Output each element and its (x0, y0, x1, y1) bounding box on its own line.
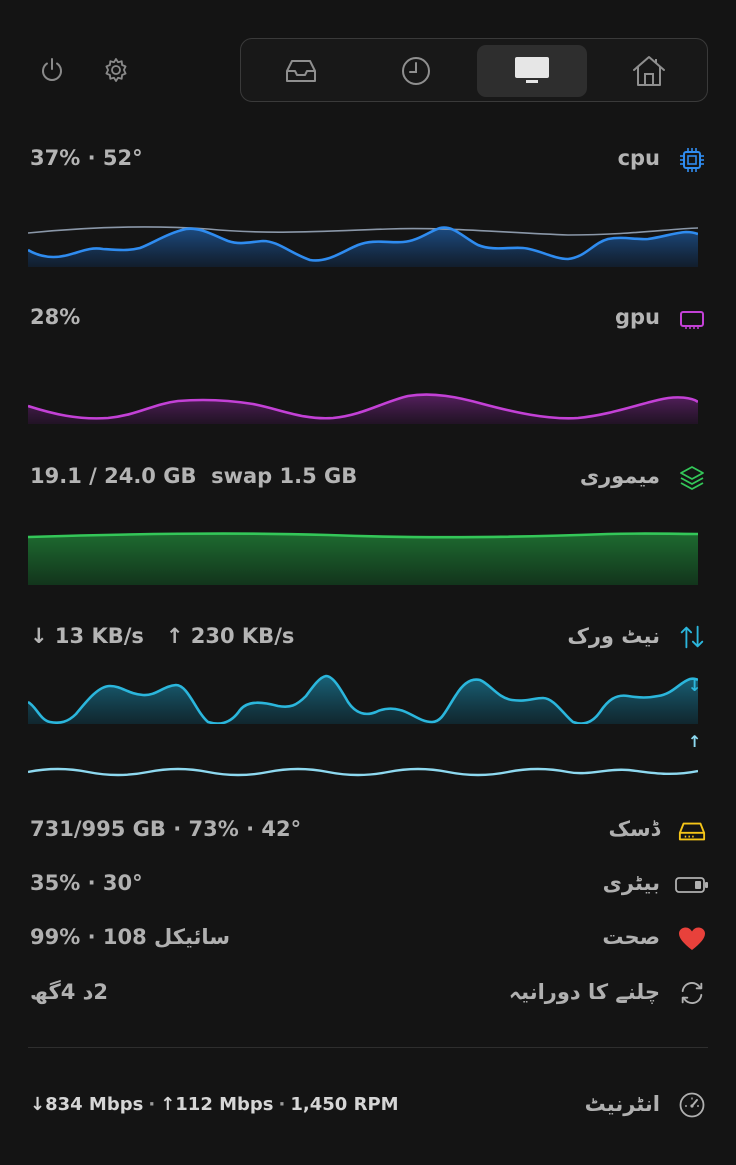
uptime-label: چلنے کا دورانیہ (508, 980, 660, 1004)
up-arrow-icon: ↑ (160, 1094, 176, 1115)
uptime-value: 2د 4گھ (30, 980, 109, 1004)
memory-value: 19.1 / 24.0 GB swap 1.5 GB (30, 464, 358, 488)
gear-icon (105, 58, 127, 82)
tab-system[interactable] (477, 45, 587, 97)
separator: · (278, 1094, 286, 1115)
internet-down-value: 834 Mbps (45, 1094, 144, 1115)
internet-stats: ↓ 834 Mbps · ↑ 112 Mbps · 1,450 RPM (30, 1094, 399, 1115)
cpu-value: 37% · 52° (30, 146, 143, 170)
network-up-value: 230 KB/s (190, 624, 295, 648)
network-down-value: 13 KB/s (54, 624, 144, 648)
clock-icon (402, 57, 430, 85)
separator: · (148, 1094, 156, 1115)
tab-inbox[interactable] (246, 45, 356, 97)
gpu-card-icon (678, 305, 706, 333)
network-label: نیٹ ورک (567, 624, 660, 648)
disk-label: ڈسک (608, 817, 660, 841)
disk-value: 731/995 GB · 73% · 42° (30, 817, 302, 841)
network-value: ↓ 13 KB/s ↑ 230 KB/s (30, 624, 294, 648)
memory-graph (28, 532, 698, 585)
divider (28, 1047, 708, 1048)
tab-home[interactable] (594, 45, 704, 97)
tab-history[interactable] (361, 45, 471, 97)
monitor-icon (515, 57, 549, 83)
internet-label: انٹرنیٹ (584, 1092, 660, 1116)
transfer-arrows-icon (678, 623, 706, 651)
up-arrow-icon: ↑ (165, 624, 184, 648)
memory-label: میموری (579, 464, 660, 488)
home-icon (633, 56, 665, 86)
internet-rpm-value: 1,450 RPM (290, 1094, 399, 1115)
refresh-cycle-icon (678, 979, 706, 1007)
cpu-chip-icon (678, 146, 706, 174)
network-down-graph (28, 674, 698, 724)
battery-label: بیٹری (602, 871, 660, 895)
health-label: صحت (602, 925, 660, 949)
network-up-graph (28, 767, 698, 777)
battery-icon (675, 871, 709, 899)
battery-value: 35% · 30° (30, 871, 143, 895)
gpu-graph (28, 393, 698, 424)
power-icon (42, 58, 62, 81)
disk-drive-icon (678, 817, 706, 845)
view-switcher (240, 38, 708, 102)
power-button[interactable] (36, 54, 68, 86)
heart-icon (678, 925, 706, 953)
gpu-label: gpu (614, 305, 660, 329)
inbox-tray-icon (286, 60, 316, 82)
cpu-graph (28, 226, 698, 267)
down-arrow-icon: ↓ (30, 624, 48, 648)
internet-up-value: 112 Mbps (175, 1094, 274, 1115)
upload-marker: ↑ (688, 732, 702, 751)
health-value: 99% · 108 سائیکل (30, 925, 230, 949)
down-arrow-icon: ↓ (30, 1094, 46, 1115)
layers-icon (678, 464, 706, 492)
settings-button[interactable] (100, 54, 132, 86)
download-marker: ↓ (688, 676, 702, 695)
cpu-label: cpu (617, 146, 660, 170)
gpu-value: 28% (30, 305, 81, 329)
speedometer-icon[interactable] (678, 1091, 706, 1119)
